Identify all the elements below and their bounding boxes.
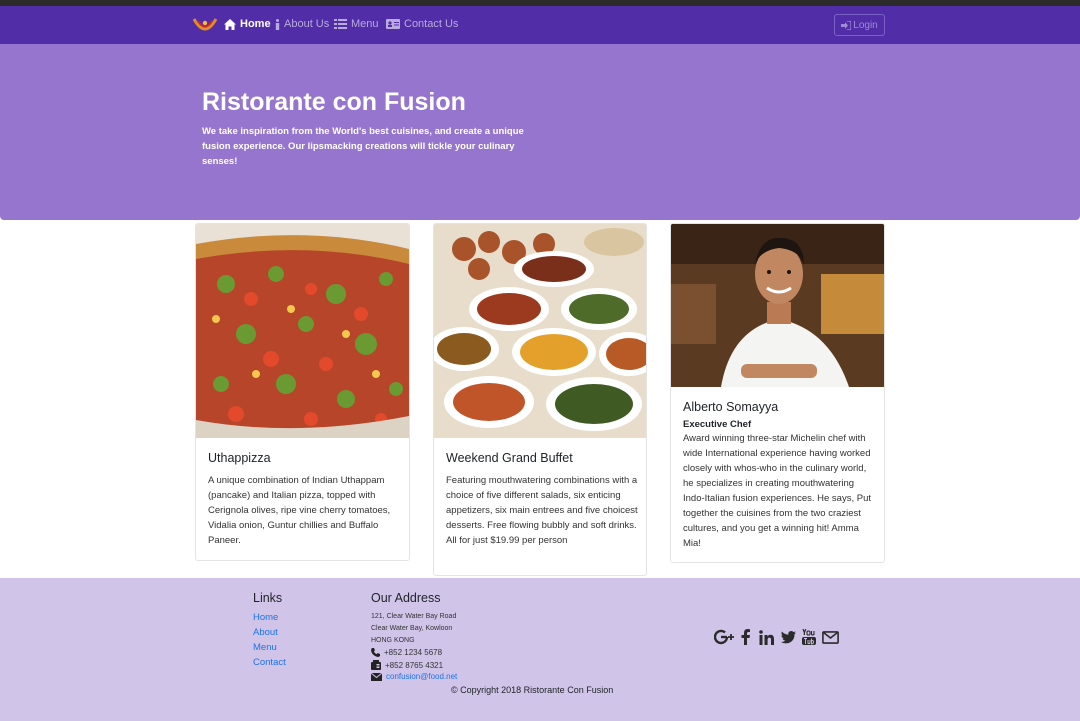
address-line: 121, Clear Water Bay Road (371, 613, 457, 620)
phone-icon (371, 648, 380, 657)
footer-link-about[interactable]: About (253, 627, 278, 638)
address-line: HONG KONG (371, 637, 415, 644)
google-plus-icon (714, 629, 734, 645)
nav-about[interactable]: About Us (275, 18, 329, 30)
footer-link-home[interactable]: Home (253, 612, 278, 623)
nav-home-label: Home (240, 18, 271, 30)
uthappizza-image (196, 224, 409, 438)
facebook-button[interactable] (741, 627, 750, 647)
card-text: Featuring mouthwatering combinations wit… (446, 475, 638, 546)
footer (0, 578, 1080, 721)
card-uthappizza: Uthappizza A unique combination of India… (195, 223, 410, 561)
sign-in-icon (841, 20, 852, 30)
phone-number: +852 1234 5678 (384, 648, 443, 657)
google-plus-button[interactable] (714, 627, 736, 647)
buffet-image (434, 224, 646, 438)
youtube-button[interactable] (802, 627, 816, 647)
footer-link-menu[interactable]: Menu (253, 642, 277, 653)
jumbotron: Ristorante con Fusion We take inspiratio… (0, 44, 1080, 220)
phone-row: +852 1234 5678 (371, 648, 442, 657)
nav-contact-label: Contact Us (404, 18, 459, 30)
card-title: Alberto Somayya (683, 400, 779, 414)
facebook-icon (741, 629, 750, 645)
nav-home[interactable]: Home (224, 18, 271, 30)
fax-icon (371, 660, 381, 670)
list-icon (334, 19, 347, 29)
info-icon (275, 18, 280, 30)
nav-menu-label: Menu (351, 18, 379, 30)
youtube-icon (802, 629, 816, 645)
restaurant-logo[interactable] (192, 15, 218, 37)
fax-number: +852 8765 4321 (385, 660, 444, 670)
card-subtitle: Executive Chef (683, 419, 752, 430)
links-heading: Links (253, 591, 283, 605)
nav-about-label: About Us (284, 18, 330, 30)
envelope-icon (371, 672, 382, 681)
card-text: A unique combination of Indian Uthappam … (208, 475, 391, 546)
address-card-icon (386, 19, 400, 29)
linkedin-button[interactable] (759, 627, 774, 647)
nav-menu[interactable]: Menu (334, 18, 379, 30)
chef-photo (671, 224, 884, 387)
card-title: Uthappizza (208, 451, 271, 465)
fax-row: +852 8765 4321 (371, 660, 443, 670)
email-button[interactable] (822, 627, 839, 647)
nav-contact[interactable]: Contact Us (386, 18, 458, 30)
email-icon (822, 630, 839, 644)
card-chef: Alberto Somayya Executive Chef Award win… (670, 223, 885, 563)
login-button[interactable]: Login (834, 14, 885, 36)
address-line: Clear Water Bay, Kowloon (371, 625, 453, 632)
copyright-text: © Copyright 2018 Ristorante Con Fusion (451, 685, 614, 695)
login-label: Login (853, 19, 878, 31)
footer-link-contact[interactable]: Contact (253, 657, 286, 668)
email-link[interactable]: confusion@food.net (386, 672, 457, 681)
card-title: Weekend Grand Buffet (446, 451, 573, 465)
jumbotron-title: Ristorante con Fusion (202, 88, 466, 116)
linkedin-icon (759, 629, 774, 645)
twitter-button[interactable] (781, 627, 796, 647)
jumbotron-text: We take inspiration from the World's bes… (202, 126, 524, 167)
email-row: confusion@food.net (371, 672, 457, 681)
address-heading: Our Address (371, 591, 441, 605)
home-icon (224, 18, 236, 30)
card-buffet: Weekend Grand Buffet Featuring mouthwate… (433, 223, 647, 576)
navbar: Home About Us Menu Contact Us Login (0, 6, 1080, 44)
twitter-icon (781, 630, 796, 643)
card-text: Award winning three-star Michelin chef w… (683, 433, 871, 549)
